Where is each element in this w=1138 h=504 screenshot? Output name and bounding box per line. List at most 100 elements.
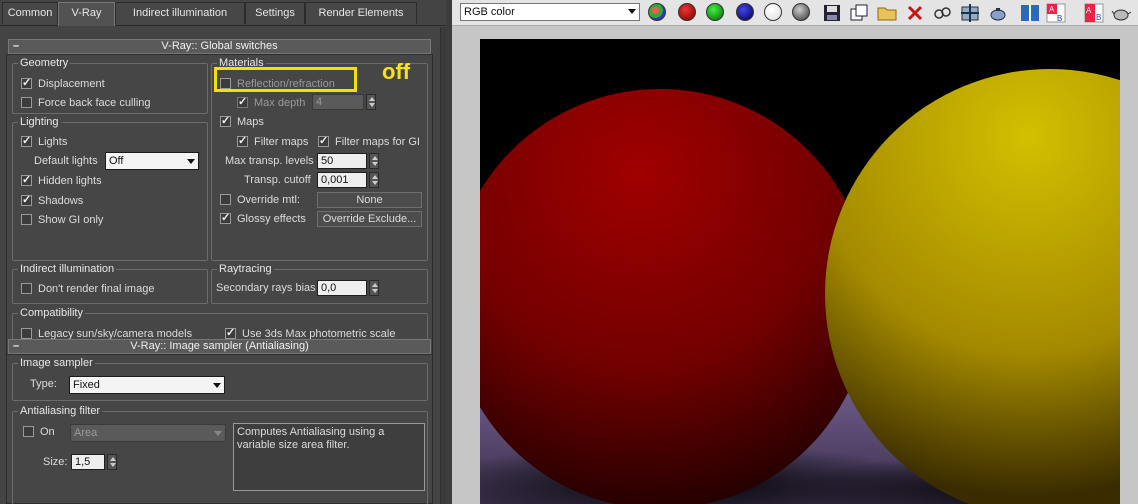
max-depth-field[interactable]: 4 bbox=[312, 94, 364, 110]
size-field[interactable]: 1,5 bbox=[71, 454, 105, 470]
materials-group: Materials Reflection/refraction Max dept… bbox=[211, 56, 428, 261]
transp-cutoff-label: Transp. cutoff bbox=[244, 174, 311, 186]
tab-indirect-illumination[interactable]: Indirect illumination bbox=[115, 2, 245, 24]
default-lights-dropdown[interactable]: Off bbox=[105, 152, 199, 170]
default-lights-value: Off bbox=[109, 155, 124, 167]
raytracing-label: Raytracing bbox=[217, 262, 274, 276]
raytracing-group: Raytracing Secondary rays bias 0,0 bbox=[211, 262, 428, 304]
shadows-label: Shadows bbox=[38, 195, 84, 207]
hidden-lights-checkbox[interactable] bbox=[21, 172, 32, 188]
sampler-type-value: Fixed bbox=[73, 379, 100, 391]
max-depth-label: Max depth bbox=[254, 97, 306, 109]
frame-buffer-toolbar: RGB color AB AB bbox=[452, 0, 1138, 26]
dont-render-final-image-checkbox[interactable] bbox=[21, 283, 32, 294]
collapse-icon[interactable]: – bbox=[13, 40, 19, 53]
image-sampler-body: Image sampler Type: Fixed Antialiasing f… bbox=[6, 354, 433, 504]
chevron-down-icon bbox=[628, 9, 636, 14]
shadows-checkbox[interactable] bbox=[21, 192, 32, 208]
sampler-type-label: Type: bbox=[30, 378, 57, 390]
tab-render-elements[interactable]: Render Elements bbox=[305, 2, 417, 24]
indirect-illumination-label: Indirect illumination bbox=[18, 262, 117, 276]
off-annotation: off bbox=[382, 59, 411, 84]
settings-scroll-area: – V-Ray:: Global switches Geometry Displ… bbox=[0, 27, 440, 504]
collapse-icon[interactable]: – bbox=[13, 340, 19, 353]
filter-maps-checkbox[interactable] bbox=[237, 133, 248, 149]
ab-horizontal-icon[interactable]: AB bbox=[1083, 2, 1105, 24]
region-render-icon[interactable] bbox=[959, 2, 981, 24]
channel-value: RGB color bbox=[464, 6, 515, 18]
image-sampler-group: Image sampler Type: Fixed bbox=[12, 356, 428, 401]
image-sampler-title: V-Ray:: Image sampler (Antialiasing) bbox=[130, 340, 309, 352]
filter-maps-for-gi-checkbox[interactable] bbox=[318, 133, 329, 149]
maps-checkbox[interactable] bbox=[220, 113, 231, 129]
chevron-down-icon bbox=[187, 159, 195, 164]
lights-label: Lights bbox=[38, 136, 68, 148]
blue-channel-icon[interactable] bbox=[736, 3, 754, 21]
render-scene bbox=[480, 39, 1120, 504]
lighting-group: Lighting Lights Default lights Off Hidde… bbox=[12, 115, 208, 261]
hidden-lights-label: Hidden lights bbox=[38, 175, 102, 187]
alpha-channel-icon[interactable] bbox=[764, 3, 782, 21]
red-channel-icon[interactable] bbox=[678, 3, 696, 21]
override-mtl-checkbox[interactable] bbox=[220, 194, 231, 205]
copy-icon[interactable] bbox=[848, 2, 870, 24]
transp-cutoff-spinner[interactable] bbox=[369, 172, 379, 188]
transp-cutoff-field[interactable]: 0,001 bbox=[317, 172, 367, 188]
ab-vertical-icon[interactable]: AB bbox=[1045, 2, 1067, 24]
tab-vray[interactable]: V-Ray bbox=[58, 2, 115, 26]
sampler-type-dropdown[interactable]: Fixed bbox=[69, 376, 225, 394]
dont-render-final-image-label: Don't render final image bbox=[38, 283, 155, 295]
override-exclude-button[interactable]: Override Exclude... bbox=[317, 211, 422, 227]
displacement-checkbox[interactable] bbox=[21, 75, 32, 91]
max-depth-checkbox[interactable] bbox=[237, 94, 248, 110]
max-transp-levels-spinner[interactable] bbox=[369, 153, 379, 169]
glossy-effects-checkbox[interactable] bbox=[220, 210, 231, 226]
override-mtl-button[interactable]: None bbox=[317, 192, 422, 208]
glossy-effects-label: Glossy effects bbox=[237, 213, 306, 225]
lights-checkbox[interactable] bbox=[21, 133, 32, 149]
track-mouse-icon[interactable] bbox=[931, 2, 953, 24]
max-transp-levels-field[interactable]: 50 bbox=[317, 153, 367, 169]
svg-text:A: A bbox=[1086, 6, 1092, 15]
svg-text:B: B bbox=[1057, 14, 1062, 23]
render-image bbox=[480, 39, 1120, 504]
teapot-icon[interactable] bbox=[1110, 2, 1132, 24]
max-depth-spinner[interactable] bbox=[366, 94, 376, 110]
size-spinner[interactable] bbox=[107, 454, 117, 470]
save-icon[interactable] bbox=[821, 2, 843, 24]
tab-common[interactable]: Common bbox=[2, 2, 58, 24]
aa-filter-dropdown[interactable]: Area bbox=[70, 424, 226, 442]
secondary-rays-bias-spinner[interactable] bbox=[369, 280, 379, 296]
aa-filter-on-label: On bbox=[40, 426, 55, 438]
channel-dropdown[interactable]: RGB color bbox=[460, 3, 640, 21]
rgb-channels-icon[interactable] bbox=[648, 3, 666, 21]
highlight-box bbox=[214, 67, 357, 92]
aa-filter-label: Antialiasing filter bbox=[18, 404, 103, 418]
compatibility-label: Compatibility bbox=[18, 306, 85, 320]
tab-settings[interactable]: Settings bbox=[245, 2, 305, 24]
force-back-face-culling-checkbox[interactable] bbox=[21, 97, 32, 108]
aa-filter-on-checkbox[interactable] bbox=[23, 426, 34, 437]
image-sampler-header[interactable]: – V-Ray:: Image sampler (Antialiasing) bbox=[8, 339, 431, 354]
svg-text:B: B bbox=[1096, 13, 1101, 22]
force-back-face-culling-label: Force back face culling bbox=[38, 97, 151, 109]
size-label: Size: bbox=[43, 456, 68, 468]
global-switches-header[interactable]: – V-Ray:: Global switches bbox=[8, 39, 431, 54]
render-teapot-icon[interactable] bbox=[987, 2, 1009, 24]
show-gi-only-checkbox[interactable] bbox=[21, 214, 32, 225]
lighting-label: Lighting bbox=[18, 115, 61, 129]
global-switches-title: V-Ray:: Global switches bbox=[161, 40, 278, 52]
geometry-label: Geometry bbox=[18, 56, 71, 70]
legacy-sun-sky-checkbox[interactable] bbox=[21, 328, 32, 339]
secondary-rays-bias-label: Secondary rays bias bbox=[216, 282, 316, 294]
open-folder-icon[interactable] bbox=[876, 2, 898, 24]
frame-buffer-window: RGB color AB AB bbox=[452, 0, 1138, 504]
tab-bar: Common V-Ray Indirect illumination Setti… bbox=[0, 0, 446, 26]
mono-channel-icon[interactable] bbox=[792, 3, 810, 21]
green-channel-icon[interactable] bbox=[706, 3, 724, 21]
default-lights-label: Default lights bbox=[34, 155, 98, 167]
clear-icon[interactable] bbox=[904, 2, 926, 24]
compare-icon[interactable] bbox=[1019, 2, 1041, 24]
secondary-rays-bias-field[interactable]: 0,0 bbox=[317, 280, 367, 296]
photometric-scale-checkbox[interactable] bbox=[225, 325, 236, 341]
